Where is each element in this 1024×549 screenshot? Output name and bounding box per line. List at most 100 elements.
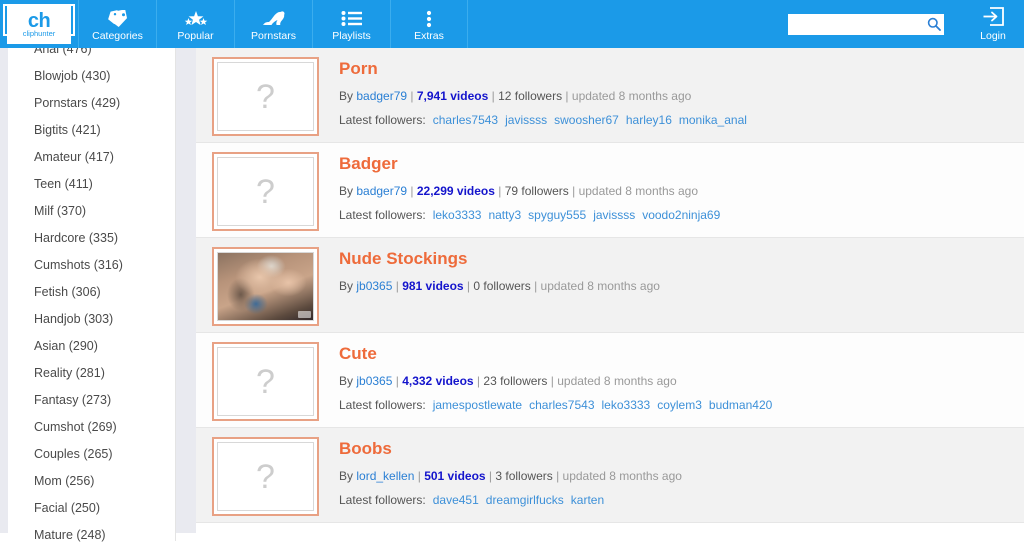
nav-item-categories[interactable]: Categories [78, 0, 156, 48]
sidebar-category-item[interactable]: Facial (250) [8, 495, 175, 522]
playlist-title[interactable]: Porn [339, 59, 378, 79]
follower-link[interactable]: leko3333 [433, 208, 482, 222]
sidebar-category-item[interactable]: Hardcore (335) [8, 225, 175, 252]
by-label: By [339, 278, 354, 293]
playlist-meta: By lord_kellen | 501 videos | 3 follower… [339, 468, 1024, 484]
meta-separator: | [463, 278, 474, 293]
follower-link[interactable]: leko3333 [602, 398, 651, 412]
sidebar-category-item[interactable]: Teen (411) [8, 171, 175, 198]
sidebar-category-item[interactable]: Couples (265) [8, 441, 175, 468]
follower-link[interactable]: harley16 [626, 113, 672, 127]
playlist-thumbnail[interactable]: ? [212, 152, 319, 231]
login-label: Login [980, 29, 1006, 42]
sidebar-category-item[interactable]: Asian (290) [8, 333, 175, 360]
sidebar-category-item[interactable]: Handjob (303) [8, 306, 175, 333]
follower-link[interactable]: javissss [593, 208, 635, 222]
follower-link[interactable]: karten [571, 493, 604, 507]
search-input[interactable] [788, 13, 944, 35]
playlist-thumbnail[interactable]: ? [212, 437, 319, 516]
follower-link[interactable]: swoosher67 [554, 113, 619, 127]
playlist-row[interactable]: ? Badger By badger79 | 22,299 videos | 79 … [196, 143, 1024, 238]
nav-item-playlists[interactable]: Playlists [312, 0, 390, 48]
meta-separator: | [407, 183, 417, 198]
follower-link[interactable]: charles7543 [529, 398, 594, 412]
sidebar-category-item[interactable]: Blowjob (430) [8, 63, 175, 90]
playlist-thumbnail[interactable]: ? [212, 342, 319, 421]
playlist-author-link[interactable]: jb0365 [356, 279, 392, 293]
follower-link[interactable]: jamespostlewate [433, 398, 522, 412]
playlist-updated-time: updated 8 months ago [571, 88, 692, 103]
follower-link[interactable]: javissss [505, 113, 547, 127]
playlist-author-link[interactable]: lord_kellen [356, 469, 414, 483]
playlist-row[interactable]: ? Porn By badger79 | 7,941 videos | 12 fol… [196, 48, 1024, 143]
playlist-title[interactable]: Cute [339, 344, 377, 364]
sidebar-category-item[interactable]: Cumshot (269) [8, 414, 175, 441]
question-mark-icon: ? [256, 172, 275, 211]
follower-link[interactable]: dreamgirlfucks [486, 493, 564, 507]
meta-separator: | [547, 373, 558, 388]
nav-item-pornstars[interactable]: Pornstars [234, 0, 312, 48]
playlist-video-count-link[interactable]: 501 videos [424, 469, 485, 483]
follower-link[interactable]: spyguy555 [528, 208, 586, 222]
playlist-info: Nude Stockings By jb0365 | 981 videos | 0… [319, 247, 1024, 302]
meta-separator: | [392, 278, 403, 293]
playlist-row[interactable]: ? Cute By jb0365 | 4,332 videos | 23 follo… [196, 333, 1024, 428]
thumbnail-inner [217, 252, 314, 321]
playlist-title[interactable]: Nude Stockings [339, 249, 467, 269]
playlist-title[interactable]: Boobs [339, 439, 392, 459]
meta-separator: | [392, 373, 403, 388]
sidebar-category-item[interactable]: Bigtits (421) [8, 117, 175, 144]
login-button[interactable]: Login [970, 0, 1016, 48]
logo-bracket-right-icon [70, 4, 75, 36]
playlist-author-link[interactable]: badger79 [356, 184, 407, 198]
sidebar-category-item[interactable]: Amateur (417) [8, 144, 175, 171]
playlist-follower-count: 0 followers [473, 278, 531, 293]
sidebar-category-item[interactable]: Mature (248) [8, 522, 175, 549]
thumbnail-inner: ? [217, 347, 314, 416]
follower-link[interactable]: coylem3 [657, 398, 702, 412]
playlist-video-count-link[interactable]: 4,332 videos [402, 374, 473, 388]
thumbnail-inner: ? [217, 157, 314, 226]
follower-link[interactable]: charles7543 [433, 113, 498, 127]
nav-item-popular[interactable]: Popular [156, 0, 234, 48]
sidebar-category-item[interactable]: Fantasy (273) [8, 387, 175, 414]
follower-link[interactable]: monika_anal [679, 113, 747, 127]
follower-link[interactable]: voodo2ninja69 [642, 208, 720, 222]
latest-followers-row: Latest followers: charles7543 javissss swoo… [339, 112, 1024, 128]
nav-item-extras[interactable]: Extras [390, 0, 468, 48]
page-body: Anal (476) Blowjob (430) Pornstars (429) Bi… [0, 36, 1024, 542]
search-icon[interactable] [926, 17, 941, 32]
playlist-meta: By badger79 | 22,299 videos | 79 followe… [339, 183, 1024, 199]
playlist-row[interactable]: ? Boobs By lord_kellen | 501 videos | 3 fo… [196, 428, 1024, 523]
playlist-row[interactable]: Nude Stockings By jb0365 | 981 videos | 0… [196, 238, 1024, 333]
follower-link[interactable]: budman420 [709, 398, 772, 412]
follower-link[interactable]: natty3 [488, 208, 521, 222]
playlist-updated-time: updated 8 months ago [540, 278, 660, 293]
sidebar-category-item[interactable]: Milf (370) [8, 198, 175, 225]
playlist-video-count-link[interactable]: 981 videos [402, 279, 463, 293]
playlist-video-count-link[interactable]: 22,299 videos [417, 184, 495, 198]
sidebar-category-item[interactable]: Fetish (306) [8, 279, 175, 306]
meta-separator: | [552, 468, 563, 483]
playlist-thumbnail[interactable] [212, 247, 319, 326]
meta-separator: | [485, 468, 496, 483]
playlist-thumbnail[interactable]: ? [212, 57, 319, 136]
sidebar-category-item[interactable]: Cumshots (316) [8, 252, 175, 279]
playlist-follower-count: 3 followers [495, 468, 553, 483]
follower-link[interactable]: dave451 [433, 493, 479, 507]
category-sidebar: Anal (476) Blowjob (430) Pornstars (429) Bi… [8, 36, 176, 542]
list-icon [339, 9, 365, 29]
playlist-author-link[interactable]: badger79 [356, 89, 407, 103]
sidebar-category-item[interactable]: Mom (256) [8, 468, 175, 495]
playlist-follower-count: 79 followers [504, 183, 569, 198]
playlist-follower-count: 12 followers [498, 88, 563, 103]
playlist-info: Cute By jb0365 | 4,332 videos | 23 follow… [319, 342, 1024, 413]
sidebar-category-item[interactable]: Pornstars (429) [8, 90, 175, 117]
site-logo[interactable]: ch cliphunter [0, 0, 78, 48]
playlist-author-link[interactable]: jb0365 [356, 374, 392, 388]
playlist-title[interactable]: Badger [339, 154, 398, 174]
sidebar-content-gutter [177, 48, 196, 533]
playlist-video-count-link[interactable]: 7,941 videos [417, 89, 488, 103]
login-arrow-icon [980, 7, 1006, 27]
sidebar-category-item[interactable]: Reality (281) [8, 360, 175, 387]
